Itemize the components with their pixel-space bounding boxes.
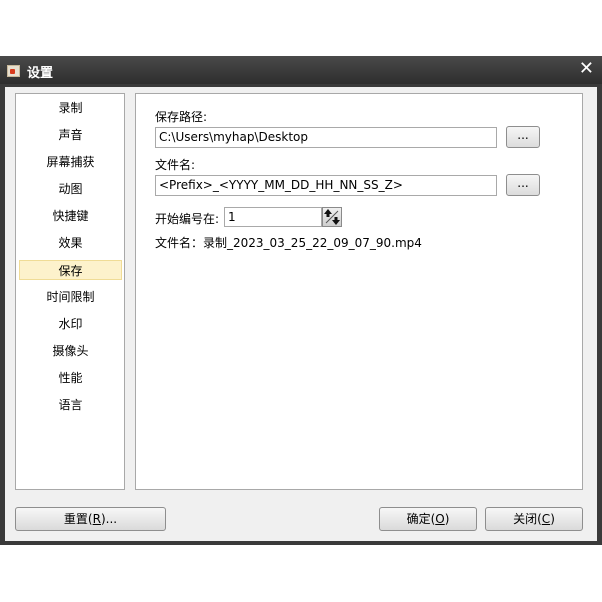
ok-button[interactable]: 确定(O) [379,507,477,531]
save-settings-panel: 保存路径: C:\Users\myhap\Desktop ... 文件名: <P… [135,93,583,490]
close-button[interactable]: 关闭(C) [485,507,583,531]
sidebar-item-hotkeys[interactable]: 快捷键 [19,206,122,226]
sidebar-item-gif[interactable]: 动图 [19,179,122,199]
ok-button-label: 确定( [406,512,436,526]
start-number-label: 开始编号在: [155,212,220,226]
save-path-input[interactable]: C:\Users\myhap\Desktop [155,127,497,148]
sidebar-item-audio[interactable]: 声音 [19,125,122,145]
dialog-body: 录制 声音 屏幕捕获 动图 快捷键 效果 保存 时间限制 水印 摄像头 性能 语… [5,87,597,541]
sidebar-item-watermark[interactable]: 水印 [19,314,122,334]
close-icon[interactable]: ✕ [579,59,594,79]
close-button-label: 关闭( [513,512,542,526]
filename-label: 文件名: [155,158,196,172]
reset-button-label: 重置( [63,512,93,526]
save-path-label: 保存路径: [155,110,208,124]
sidebar-item-language[interactable]: 语言 [19,395,122,415]
app-icon [7,65,20,77]
reset-button-suffix: )... [100,512,118,526]
sidebar-item-screen-capture[interactable]: 屏幕捕获 [19,152,122,172]
sidebar-item-effects[interactable]: 效果 [19,233,122,253]
ok-button-suffix: ) [444,512,450,526]
close-button-mnemonic: C [541,512,551,526]
sidebar-item-performance[interactable]: 性能 [19,368,122,388]
reset-button-mnemonic: R [92,512,101,526]
filename-input[interactable]: <Prefix>_<YYYY_MM_DD_HH_NN_SS_Z> [155,175,497,196]
settings-category-list: 录制 声音 屏幕捕获 动图 快捷键 效果 保存 时间限制 水印 摄像头 性能 语… [15,93,125,490]
settings-window: 设置 ✕ 录制 声音 屏幕捕获 动图 快捷键 效果 保存 时间限制 水印 摄像头… [0,56,602,545]
reset-button[interactable]: 重置(R)... [15,507,166,531]
filename-options-button[interactable]: ... [506,174,540,196]
ok-button-mnemonic: O [435,512,445,526]
title-bar[interactable]: 设置 ✕ [0,56,602,84]
sidebar-item-time-limit[interactable]: 时间限制 [19,287,122,307]
close-button-suffix: ) [550,512,555,526]
start-number-spinner[interactable] [322,207,342,227]
sidebar-item-webcam[interactable]: 摄像头 [19,341,122,361]
spin-arrows-icon [324,209,340,225]
sidebar-item-record[interactable]: 录制 [19,98,122,118]
browse-path-button[interactable]: ... [506,126,540,148]
window-title: 设置 [27,66,54,81]
sidebar-item-save[interactable]: 保存 [19,260,122,280]
filename-preview: 文件名：录制_2023_03_25_22_09_07_90.mp4 [155,236,422,250]
start-number-input[interactable]: 1 [224,207,322,227]
